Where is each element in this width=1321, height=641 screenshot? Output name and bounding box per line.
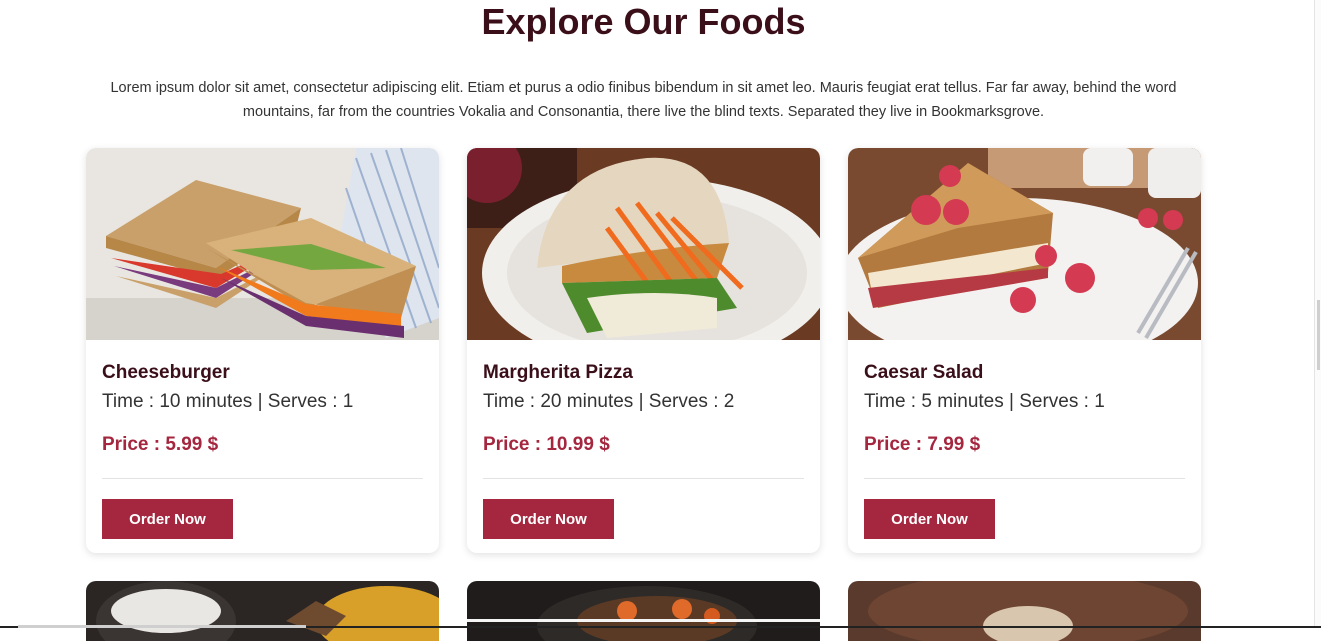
food-name: Cheeseburger xyxy=(102,362,230,383)
food-card-partial xyxy=(467,581,820,641)
order-now-button[interactable]: Order Now xyxy=(102,499,233,539)
card-divider xyxy=(864,478,1185,479)
food-image-french-toast xyxy=(848,148,1201,340)
food-image-burger xyxy=(467,148,820,340)
card-divider xyxy=(483,478,804,479)
food-name: Caesar Salad xyxy=(864,362,984,383)
scrollbar-thumb[interactable] xyxy=(1317,300,1320,370)
food-card: Margherita Pizza Time : 20 minutes | Ser… xyxy=(467,148,820,553)
food-card: Cheeseburger Time : 10 minutes | Serves … xyxy=(86,148,439,553)
food-card: Caesar Salad Time : 5 minutes | Serves :… xyxy=(848,148,1201,553)
food-price: Price : 7.99 $ xyxy=(864,434,981,455)
food-price: Price : 10.99 $ xyxy=(483,434,610,455)
order-now-button[interactable]: Order Now xyxy=(864,499,995,539)
section-title: Explore Our Foods xyxy=(481,1,806,42)
section-intro: Lorem ipsum dolor sit amet, consectetur … xyxy=(110,79,1177,120)
food-price: Price : 5.99 $ xyxy=(102,434,219,455)
food-meta: Time : 20 minutes | Serves : 2 xyxy=(483,391,735,412)
food-meta: Time : 10 minutes | Serves : 1 xyxy=(102,391,354,412)
food-meta: Time : 5 minutes | Serves : 1 xyxy=(864,391,1105,412)
food-card-partial xyxy=(86,581,439,641)
food-name: Margherita Pizza xyxy=(483,362,633,383)
food-image-sandwich xyxy=(86,148,439,340)
card-divider xyxy=(102,478,423,479)
order-now-button[interactable]: Order Now xyxy=(483,499,614,539)
food-card-partial xyxy=(848,581,1201,641)
